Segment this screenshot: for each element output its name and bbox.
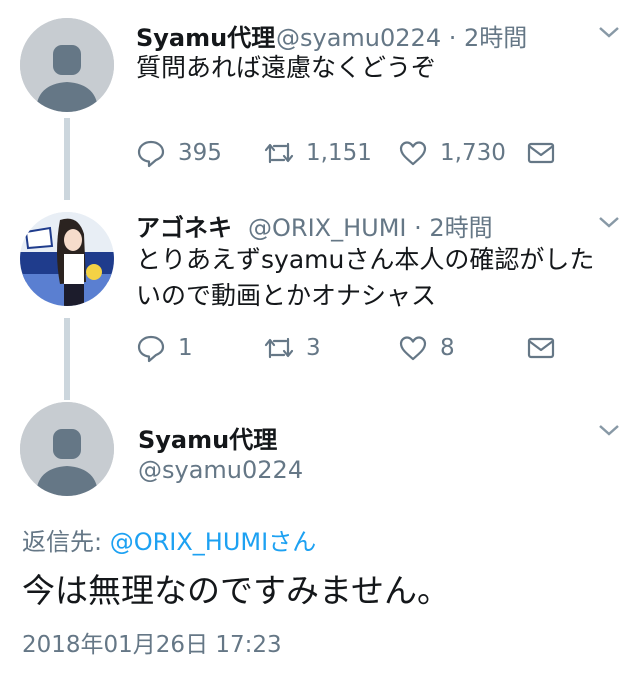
retweet-icon	[264, 337, 294, 359]
tweet-text-line: とりあえずsyamuさん本人の確認がした	[136, 245, 595, 274]
like-count: 8	[440, 335, 455, 361]
display-name[interactable]: Syamu代理	[138, 420, 277, 455]
separator: ·	[448, 24, 457, 52]
avatar[interactable]	[20, 18, 114, 112]
chevron-down-icon[interactable]	[597, 24, 621, 44]
share-icon	[527, 337, 555, 359]
main-tweet-text: 今は無理なのですみません。	[22, 571, 451, 610]
handle[interactable]: @ORIX_HUMI	[248, 214, 406, 242]
tweet-time[interactable]: 2時間	[429, 214, 492, 242]
reply-count: 395	[178, 140, 222, 166]
reply-to-label: 返信先:	[22, 528, 110, 556]
retweet-count: 1,151	[306, 140, 372, 166]
share-button[interactable]	[526, 138, 568, 168]
avatar[interactable]	[20, 212, 114, 306]
tweet-time[interactable]: 2時間	[464, 24, 527, 52]
like-icon	[399, 141, 427, 166]
reply-to-line: 返信先: @ORIX_HUMIさん	[22, 522, 316, 557]
reply-button[interactable]: 1	[136, 333, 193, 363]
reply-count: 1	[178, 335, 193, 361]
reply-icon	[137, 140, 165, 168]
default-avatar-icon	[20, 402, 114, 496]
retweet-button[interactable]: 3	[264, 333, 321, 363]
retweet-count: 3	[306, 335, 321, 361]
chevron-down-icon[interactable]	[597, 214, 621, 234]
retweet-button[interactable]: 1,151	[264, 138, 372, 168]
like-count: 1,730	[440, 140, 506, 166]
tweet-text: 質問あれば遠慮なくどうぞ	[136, 53, 437, 82]
thread-line	[64, 318, 70, 400]
display-name[interactable]: アゴネキ	[136, 208, 232, 243]
reply-icon	[137, 335, 165, 363]
share-button[interactable]	[526, 333, 568, 363]
like-button[interactable]: 8	[398, 333, 455, 363]
display-name[interactable]: Syamu代理	[136, 18, 275, 53]
reply-mention-link[interactable]: @ORIX_HUMIさん	[110, 528, 316, 556]
like-icon	[399, 336, 427, 361]
handle[interactable]: @syamu0224	[138, 456, 303, 484]
avatar[interactable]	[20, 402, 114, 496]
like-button[interactable]: 1,730	[398, 138, 506, 168]
separator: ·	[414, 214, 422, 242]
tweet-meta: @ORIX_HUMI · 2時間	[248, 208, 493, 243]
reply-button[interactable]: 395	[136, 138, 222, 168]
default-avatar-icon	[20, 18, 114, 112]
handle[interactable]: @syamu0224	[276, 24, 441, 52]
share-icon	[527, 142, 555, 164]
tweet-text-line: いので動画とかオナシャス	[136, 281, 437, 310]
tweet-timestamp[interactable]: 2018年01月26日 17:23	[22, 625, 282, 659]
tweet-meta: @syamu0224 · 2時間	[276, 18, 527, 53]
user-avatar-image	[20, 212, 114, 306]
chevron-down-icon[interactable]	[597, 422, 621, 442]
thread-line	[64, 118, 70, 200]
retweet-icon	[264, 142, 294, 164]
